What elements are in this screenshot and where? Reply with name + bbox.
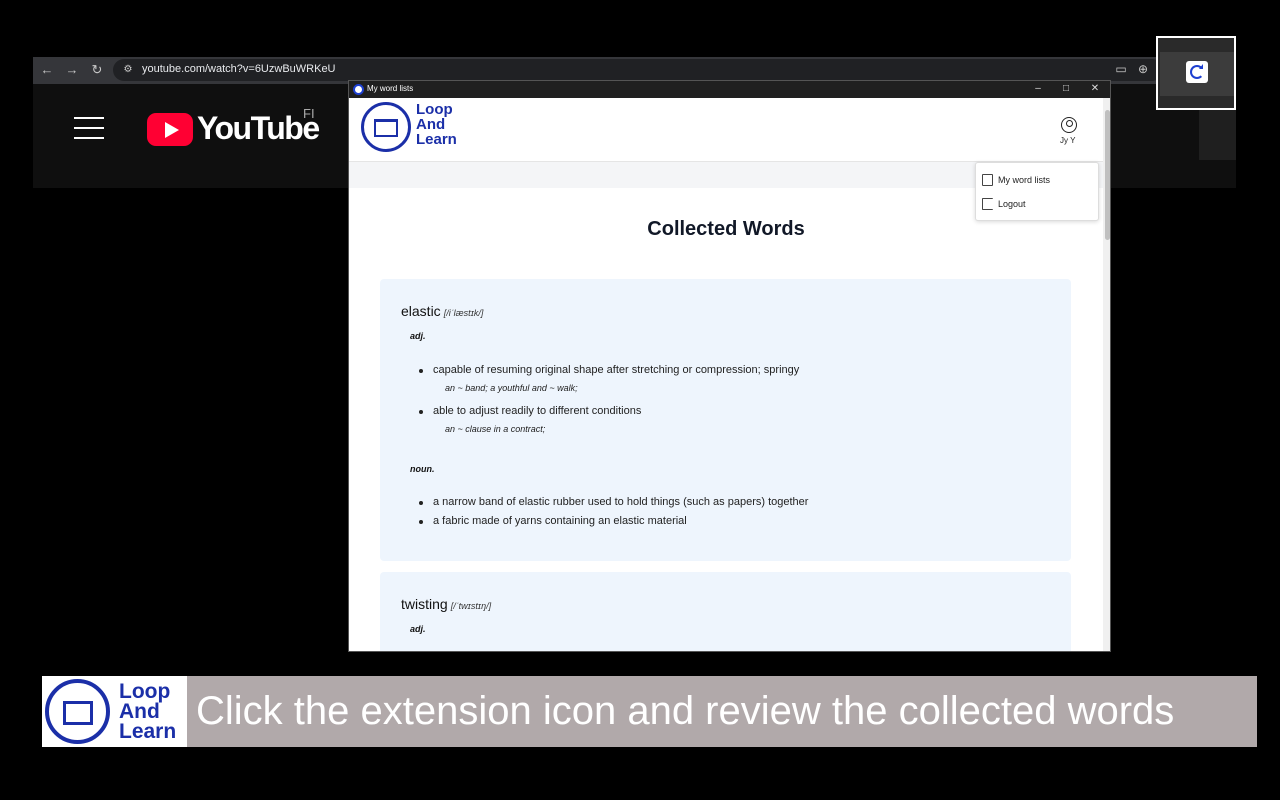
banner-logo: Loop And Learn — [42, 676, 187, 747]
part-of-speech: adj. — [410, 624, 426, 634]
close-icon[interactable]: ✕ — [1087, 82, 1103, 96]
maximize-icon[interactable]: □ — [1058, 82, 1074, 96]
reload-icon[interactable]: ↻ — [89, 62, 105, 78]
definition: a narrow band of elastic rubber used to … — [418, 496, 809, 508]
user-menu-dropdown: My word lists Logout — [975, 162, 1099, 221]
word-lists-window: My word lists – □ ✕ Loop And Learn Jy Y … — [348, 80, 1111, 652]
loop-and-learn-logo-icon[interactable] — [361, 102, 411, 152]
youtube-logo-icon[interactable] — [147, 113, 193, 146]
phonetic: [/iˈlæstɪk/] — [443, 308, 484, 318]
screen: ← → ↻ ⚙ youtube.com/watch?v=6UzwBuWRKeU … — [0, 0, 1280, 800]
phonetic: [/ˈtwɪstɪŋ/] — [450, 601, 492, 611]
part-of-speech: noun. — [410, 464, 435, 474]
app-header: Loop And Learn Jy Y — [349, 98, 1103, 162]
url-text: youtube.com/watch?v=6UzwBuWRKeU — [142, 63, 336, 75]
definition: a fabric made of yarns containing an ela… — [419, 515, 687, 527]
user-name[interactable]: Jy Y — [1060, 136, 1075, 145]
address-bar[interactable]: ⚙ youtube.com/watch?v=6UzwBuWRKeU — [113, 59, 1163, 81]
menu-item-my-word-lists[interactable]: My word lists — [982, 172, 1050, 188]
zoom-icon[interactable]: ⊕ — [1135, 61, 1151, 77]
cast-icon[interactable]: ▭ — [1113, 61, 1129, 77]
site-info-icon[interactable]: ⚙ — [121, 63, 135, 77]
definition: able to adjust readily to different cond… — [418, 405, 642, 417]
example: an ~ band; a youthful and ~ walk; — [445, 383, 578, 393]
word-card: twisting [/ˈtwɪstɪŋ/] adj. — [380, 572, 1071, 651]
minimize-icon[interactable]: – — [1030, 82, 1046, 96]
main-content: Collected Words elastic [/iˈlæstɪk/] adj.… — [349, 188, 1103, 651]
page-title: Collected Words — [647, 218, 805, 240]
scroll-thumb[interactable] — [1105, 110, 1110, 240]
menu-item-logout[interactable]: Logout — [982, 196, 1026, 212]
menu-icon[interactable] — [74, 117, 104, 139]
extension-icon[interactable] — [1186, 61, 1208, 83]
extension-highlight — [1156, 36, 1236, 110]
book-icon — [374, 119, 398, 137]
brand-name: Loop And Learn — [416, 101, 457, 148]
instruction-caption: Click the extension icon and review the … — [187, 676, 1257, 747]
forward-icon[interactable]: → — [64, 62, 80, 78]
youtube-wordmark[interactable]: YouTube — [197, 110, 320, 147]
window-titlebar: My word lists – □ ✕ — [349, 81, 1110, 98]
part-of-speech: adj. — [410, 331, 426, 341]
example: an ~ clause in a contract; — [445, 424, 546, 434]
loop-and-learn-logo-icon — [45, 679, 110, 744]
definition: capable of resuming original shape after… — [418, 364, 800, 376]
app-icon — [353, 84, 364, 95]
word-heading: elastic [/iˈlæstɪk/] — [401, 303, 484, 319]
book-icon — [63, 701, 93, 725]
banner-brand-name: Loop And Learn — [119, 680, 177, 743]
scrollbar[interactable] — [1103, 98, 1110, 651]
back-icon[interactable]: ← — [39, 62, 55, 78]
window-title: My word lists — [367, 84, 414, 93]
logout-icon — [982, 198, 993, 210]
word-card: elastic [/iˈlæstɪk/] adj. capable of resu… — [380, 279, 1071, 561]
country-code: FI — [303, 106, 315, 121]
user-avatar-icon[interactable] — [1061, 117, 1077, 133]
list-icon — [982, 174, 993, 186]
word-heading: twisting [/ˈtwɪstɪŋ/] — [401, 596, 492, 612]
